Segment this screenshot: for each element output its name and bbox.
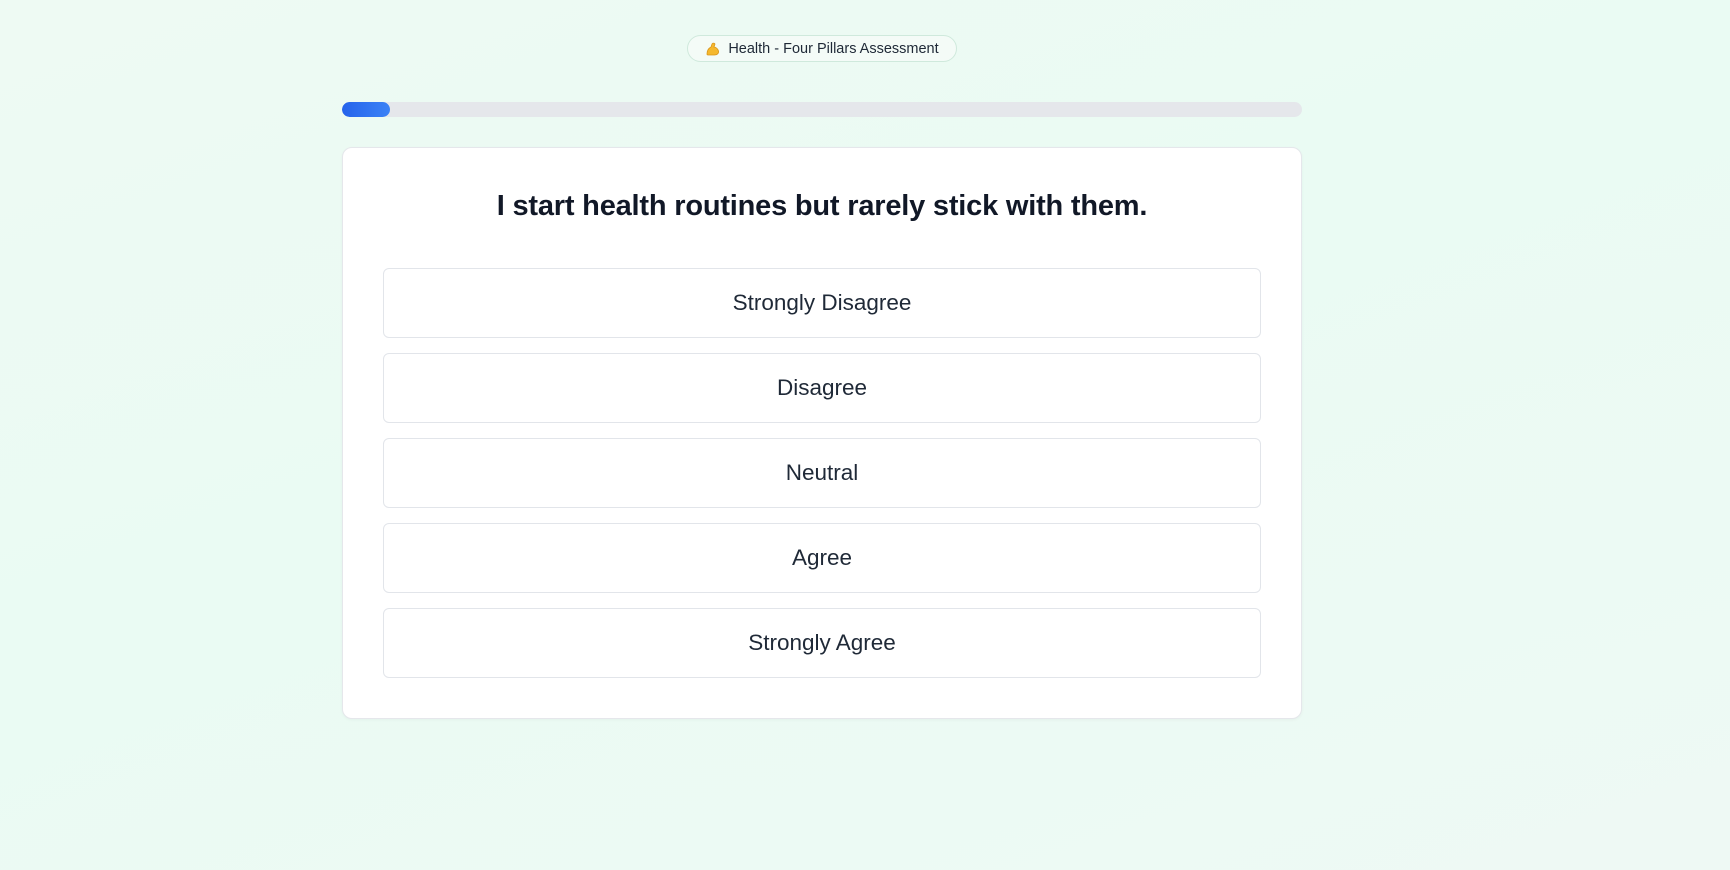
flexed-biceps-icon [705, 41, 721, 57]
question-text: I start health routines but rarely stick… [496, 190, 1148, 222]
progress-bar [342, 102, 1302, 117]
answer-options: Strongly Disagree Disagree Neutral Agree… [383, 268, 1261, 678]
progress-bar-fill [342, 102, 390, 117]
question-card: I start health routines but rarely stick… [342, 147, 1302, 719]
assessment-category-label: Health - Four Pillars Assessment [728, 40, 939, 57]
option-neutral[interactable]: Neutral [383, 438, 1261, 508]
option-disagree[interactable]: Disagree [383, 353, 1261, 423]
option-agree[interactable]: Agree [383, 523, 1261, 593]
assessment-category-badge: Health - Four Pillars Assessment [687, 35, 957, 62]
option-strongly-disagree[interactable]: Strongly Disagree [383, 268, 1261, 338]
option-strongly-agree[interactable]: Strongly Agree [383, 608, 1261, 678]
